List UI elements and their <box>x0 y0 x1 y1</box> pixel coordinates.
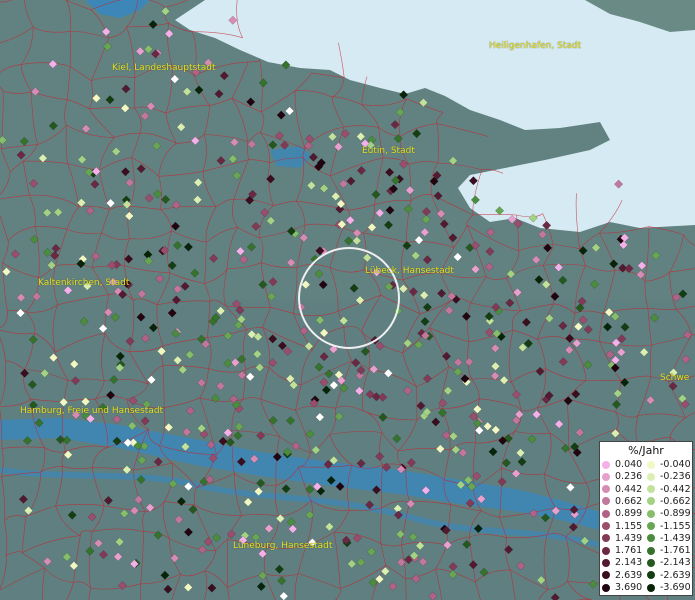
legend-swatch <box>602 485 610 494</box>
legend-value: 3.690 <box>615 582 643 593</box>
legend-entry-positive: 0.662 <box>602 496 647 507</box>
city-label-kaltenkirchen: Kaltenkirchen, Stadt <box>38 278 130 288</box>
legend-value: -0.040 <box>660 459 691 470</box>
legend-row: 2.143 -2.143 <box>602 557 692 568</box>
legend-entry-negative: -1.155 <box>647 521 692 532</box>
legend-entry-negative: -1.761 <box>647 545 692 556</box>
legend-entry-positive: 0.040 <box>602 459 647 470</box>
legend-row: 1.439 -1.439 <box>602 533 692 544</box>
legend-row: 0.040 -0.040 <box>602 459 692 470</box>
legend-swatch <box>647 460 655 469</box>
legend-entry-negative: -0.899 <box>647 508 692 519</box>
legend-swatch <box>647 534 655 543</box>
city-label-heiligenhafen: Heiligenhafen, Stadt <box>489 41 582 51</box>
legend-entry-negative: -2.639 <box>647 570 692 581</box>
legend-row: 1.155 -1.155 <box>602 521 692 532</box>
city-label-luebeck: Lübeck, Hansestadt <box>365 266 454 276</box>
legend-swatch <box>602 497 610 506</box>
legend-row: 1.761 -1.761 <box>602 545 692 556</box>
legend-row: 3.690 -3.690 <box>602 582 692 593</box>
legend-value: 1.761 <box>615 545 643 557</box>
legend-swatch <box>647 522 655 530</box>
legend-entry-positive: 2.639 <box>602 570 647 581</box>
legend-swatch <box>602 546 610 555</box>
basemap <box>0 0 695 600</box>
legend-entry-negative: -0.236 <box>647 471 692 482</box>
legend-row: 0.899 -0.899 <box>602 508 692 519</box>
legend-value: -2.639 <box>660 569 691 581</box>
legend-entry-negative: -2.143 <box>647 557 692 568</box>
legend-swatch <box>602 583 610 592</box>
legend-swatch <box>602 558 610 567</box>
legend-value: 1.439 <box>615 532 643 544</box>
legend-swatch <box>647 509 655 518</box>
legend-value: 0.442 <box>615 483 643 495</box>
legend-swatch <box>647 571 655 580</box>
city-label-lueneburg: Lüneburg, Hansestadt <box>233 541 333 551</box>
city-label-hamburg: Hamburg, Freie und Hansestadt <box>20 406 164 416</box>
legend-swatch <box>647 497 655 506</box>
legend-swatch <box>647 472 655 481</box>
legend-value: -1.439 <box>660 532 691 544</box>
legend-swatch <box>602 534 610 543</box>
legend-swatch <box>602 522 610 530</box>
legend-value: 2.143 <box>615 557 643 569</box>
map-view[interactable]: Kiel, Landeshauptstadt Heiligenhafen, St… <box>0 0 695 600</box>
legend-entry-positive: 2.143 <box>602 557 647 568</box>
legend-value: -0.662 <box>660 495 691 507</box>
legend-value: 2.639 <box>615 569 643 581</box>
legend-row: 2.639 -2.639 <box>602 570 692 581</box>
legend-entry-positive: 0.236 <box>602 471 647 482</box>
legend-swatch <box>647 485 655 494</box>
legend-entry-positive: 1.155 <box>602 521 647 532</box>
legend-row: 0.442 -0.442 <box>602 484 692 495</box>
legend-row: 0.662 -0.662 <box>602 496 692 507</box>
legend-entry-negative: -3.690 <box>647 582 692 593</box>
legend-entry-positive: 1.761 <box>602 545 647 556</box>
city-label-schwerin: Schwe <box>660 373 690 383</box>
legend-value: -1.155 <box>660 520 691 532</box>
city-label-kiel: Kiel, Landeshauptstadt <box>112 63 216 73</box>
legend-swatch <box>602 509 610 518</box>
legend-swatch <box>647 583 655 592</box>
legend-row: 0.236 -0.236 <box>602 471 692 482</box>
legend-entry-negative: -0.040 <box>647 459 692 470</box>
legend: %/Jahr 0.040 -0.040 0.236 -0.236 0.442 -0.442… <box>599 441 693 596</box>
legend-swatch <box>647 558 655 567</box>
legend-entry-negative: -0.662 <box>647 496 692 507</box>
legend-value: -1.761 <box>660 545 691 557</box>
legend-entry-positive: 0.442 <box>602 484 647 495</box>
legend-value: -0.899 <box>660 508 691 520</box>
legend-title: %/Jahr <box>628 444 664 457</box>
legend-value: -3.690 <box>660 582 691 593</box>
legend-value: 0.899 <box>615 508 643 520</box>
legend-value: 0.236 <box>615 471 643 483</box>
legend-value: 0.040 <box>615 459 643 470</box>
legend-value: -2.143 <box>660 557 691 569</box>
legend-swatch <box>602 571 610 580</box>
legend-swatch <box>602 472 610 481</box>
legend-swatch <box>647 546 655 555</box>
legend-value: -0.236 <box>660 471 691 483</box>
legend-entry-positive: 1.439 <box>602 533 647 544</box>
legend-value: -0.442 <box>660 483 691 495</box>
legend-value: 0.662 <box>615 495 643 507</box>
legend-swatch <box>602 460 610 469</box>
legend-entry-positive: 0.899 <box>602 508 647 519</box>
city-label-eutin: Eutin, Stadt <box>362 146 415 156</box>
legend-value: 1.155 <box>615 520 643 532</box>
legend-entry-negative: -0.442 <box>647 484 692 495</box>
legend-entry-negative: -1.439 <box>647 533 692 544</box>
legend-entry-positive: 3.690 <box>602 582 647 593</box>
